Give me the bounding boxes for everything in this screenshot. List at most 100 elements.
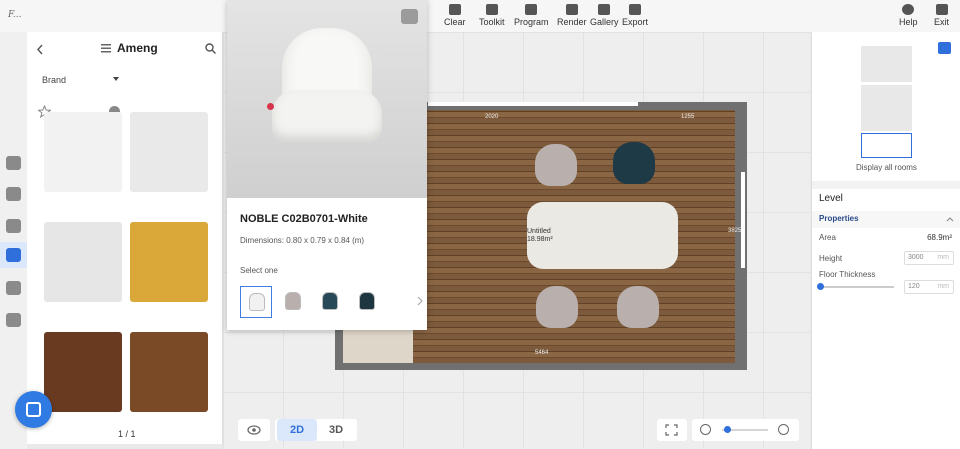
chat-support-button[interactable] bbox=[15, 391, 52, 428]
room-thumb-2[interactable] bbox=[861, 85, 912, 131]
render-label: Render bbox=[557, 17, 587, 27]
dim-top-left: 2020 bbox=[485, 114, 499, 120]
properties-panel: Display all rooms Level Properties Area … bbox=[811, 32, 960, 449]
dim-top-right: 1255 bbox=[681, 114, 695, 120]
program-button[interactable]: Program bbox=[514, 4, 549, 27]
help-button[interactable]: Help bbox=[899, 4, 918, 27]
user-icon[interactable] bbox=[6, 281, 21, 295]
eye-icon bbox=[247, 425, 261, 435]
height-label: Height bbox=[819, 254, 843, 263]
product-white-sofa-with-pillows[interactable] bbox=[130, 112, 208, 192]
variant-white[interactable] bbox=[240, 286, 272, 318]
view-2d-button[interactable]: 2D bbox=[277, 419, 317, 441]
select-one-label: Select one bbox=[240, 266, 278, 275]
zoom-knob[interactable] bbox=[723, 426, 731, 433]
app-logo: F... bbox=[8, 10, 22, 20]
chair-top-right[interactable] bbox=[613, 142, 655, 184]
chevron-up-icon[interactable] bbox=[946, 217, 954, 222]
chair-seat bbox=[272, 90, 382, 142]
export-label: Export bbox=[622, 17, 649, 27]
floor-thickness-label: Floor Thickness bbox=[819, 270, 876, 279]
area-value: 68.9m² bbox=[927, 233, 952, 242]
furniture-icon[interactable] bbox=[6, 313, 21, 327]
export-button[interactable]: Export bbox=[622, 4, 648, 27]
variant-chair-icon bbox=[359, 292, 375, 310]
variant-teal[interactable] bbox=[314, 286, 346, 318]
camera-icon bbox=[565, 4, 578, 15]
exit-button[interactable]: Exit bbox=[934, 4, 949, 27]
display-all-rooms[interactable]: Display all rooms bbox=[856, 163, 917, 172]
product-white-lounge-chair[interactable] bbox=[44, 112, 122, 192]
exit-icon bbox=[935, 4, 948, 15]
floor-plan-icon[interactable] bbox=[6, 156, 21, 170]
floor-thickness-knob[interactable] bbox=[817, 283, 824, 290]
image-icon bbox=[598, 4, 611, 15]
caret-down-icon[interactable] bbox=[113, 77, 119, 81]
door-icon[interactable] bbox=[6, 187, 21, 201]
list-icon[interactable] bbox=[101, 44, 111, 53]
program-icon bbox=[525, 4, 538, 15]
area-label: Area bbox=[819, 233, 836, 242]
visibility-toggle[interactable] bbox=[238, 419, 270, 441]
layout-icon[interactable] bbox=[938, 42, 951, 54]
dim-right: 3825 bbox=[728, 228, 742, 234]
gallery-button[interactable]: Gallery bbox=[590, 4, 619, 27]
chair-top-left[interactable] bbox=[535, 144, 577, 186]
product-carved-wood-panel[interactable] bbox=[130, 332, 208, 412]
brand-filter[interactable]: Brand bbox=[42, 75, 66, 85]
catalog-title: Ameng bbox=[117, 41, 158, 55]
variant-dark-teal[interactable] bbox=[351, 286, 383, 318]
wrench-icon bbox=[485, 4, 498, 15]
crown-icon[interactable] bbox=[6, 248, 21, 262]
height-unit: mm bbox=[937, 254, 949, 261]
eraser-icon bbox=[448, 4, 461, 15]
product-brown-rattan-chair[interactable] bbox=[44, 332, 122, 412]
chevron-right-icon[interactable] bbox=[417, 296, 423, 306]
variant-chair-icon bbox=[249, 293, 265, 311]
variant-chair-icon bbox=[322, 292, 338, 310]
clear-button[interactable]: Clear bbox=[444, 4, 466, 27]
floor-thickness-input[interactable]: 120 mm bbox=[904, 280, 954, 294]
product-dimensions: Dimensions: 0.80 x 0.79 x 0.84 (m) bbox=[240, 236, 365, 245]
back-chevron-icon[interactable] bbox=[36, 44, 44, 55]
product-tufted-white-sofa[interactable] bbox=[44, 222, 122, 302]
window-right bbox=[741, 172, 745, 268]
level-title: Level bbox=[819, 193, 843, 204]
variant-grey[interactable] bbox=[277, 286, 309, 318]
height-input[interactable]: 3000 mm bbox=[904, 251, 954, 265]
catalog-header: Ameng bbox=[27, 41, 223, 59]
properties-title: Properties bbox=[819, 214, 859, 223]
window-top bbox=[428, 102, 638, 106]
toolkit-button[interactable]: Toolkit bbox=[479, 4, 505, 27]
search-icon[interactable] bbox=[205, 43, 216, 54]
question-icon bbox=[902, 4, 915, 15]
program-label: Program bbox=[514, 17, 549, 27]
product-detail-card: NOBLE C02B0701-White Dimensions: 0.80 x … bbox=[227, 0, 427, 330]
render-button[interactable]: Render bbox=[557, 4, 587, 27]
floor-thickness-slider[interactable] bbox=[820, 286, 894, 288]
dim-bottom: 5464 bbox=[535, 350, 549, 356]
product-photo bbox=[227, 0, 427, 198]
room-label: Untitled 18.98m² bbox=[527, 228, 553, 244]
view-3d-button[interactable]: 3D bbox=[318, 419, 354, 441]
catalog-panel: Ameng Brand 1 / 1 bbox=[27, 32, 223, 444]
room-thumb-3[interactable] bbox=[861, 133, 912, 158]
toolkit-label: Toolkit bbox=[479, 17, 505, 27]
help-label: Help bbox=[899, 17, 918, 27]
product-name: NOBLE C02B0701-White bbox=[240, 213, 368, 225]
chair-bottom-left[interactable] bbox=[536, 286, 578, 328]
room-area: 18.98m² bbox=[527, 236, 553, 243]
chair-bottom-right[interactable] bbox=[617, 286, 659, 328]
height-value: 3000 bbox=[908, 254, 924, 261]
floor-thickness-unit: mm bbox=[937, 283, 949, 290]
gallery-label: Gallery bbox=[590, 17, 619, 27]
zoom-out-icon[interactable] bbox=[700, 424, 711, 435]
fit-view-button[interactable] bbox=[657, 419, 687, 441]
clear-label: Clear bbox=[444, 17, 466, 27]
zoom-in-icon[interactable] bbox=[778, 424, 789, 435]
product-yellow-sofa[interactable] bbox=[130, 222, 208, 302]
room-thumb-1[interactable] bbox=[861, 46, 912, 82]
comment-icon[interactable] bbox=[401, 9, 418, 24]
cabinet-icon[interactable] bbox=[6, 219, 21, 233]
pager: 1 / 1 bbox=[118, 429, 136, 439]
